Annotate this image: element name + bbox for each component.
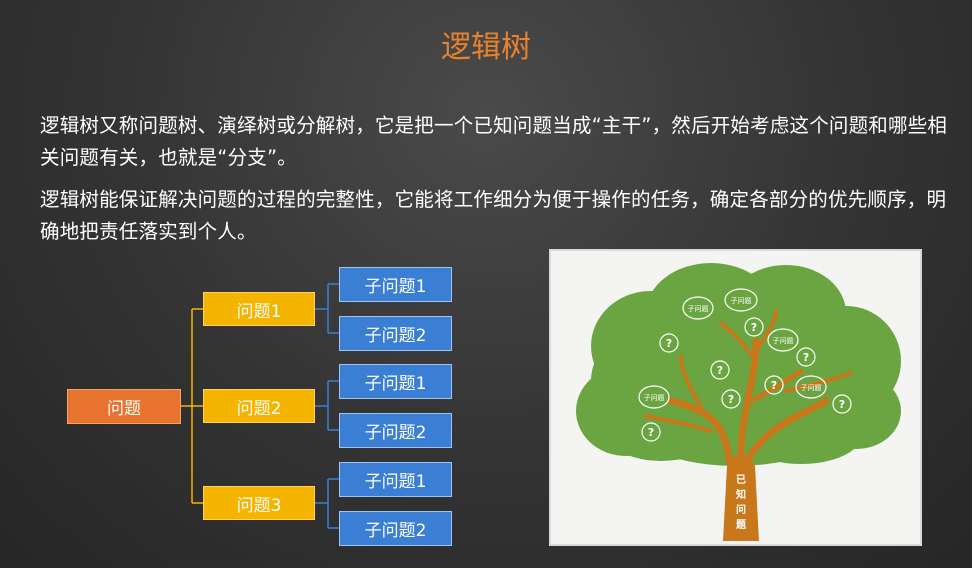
trunk-label-2: 知 xyxy=(735,488,746,501)
svg-text:子问题: 子问题 xyxy=(644,394,665,402)
problem-1-node: 问题1 xyxy=(203,292,315,326)
svg-text:?: ? xyxy=(839,398,845,411)
svg-text:子问题: 子问题 xyxy=(801,384,822,392)
svg-text:?: ? xyxy=(803,351,809,364)
svg-text:子问题: 子问题 xyxy=(731,297,752,305)
svg-text:子问题: 子问题 xyxy=(773,337,794,345)
svg-text:?: ? xyxy=(666,337,672,350)
sub-problem-1-2-node: 子问题2 xyxy=(339,316,452,351)
sub-problem-2-2-node: 子问题2 xyxy=(339,413,452,448)
svg-text:?: ? xyxy=(751,321,757,334)
sub-problem-2-1-node: 子问题1 xyxy=(339,364,452,399)
svg-text:?: ? xyxy=(728,393,734,406)
trunk-label-4: 题 xyxy=(736,519,747,531)
sub-problem-1-1-node: 子问题1 xyxy=(339,267,452,302)
svg-text:?: ? xyxy=(648,426,654,439)
problem-2-node: 问题2 xyxy=(203,389,315,423)
svg-text:?: ? xyxy=(717,364,723,377)
trunk-label-3: 问 xyxy=(736,503,746,516)
sub-problem-3-1-node: 子问题1 xyxy=(339,462,452,497)
problem-3-node: 问题3 xyxy=(203,486,315,520)
root-problem-node: 问题 xyxy=(67,389,181,424)
sub-problem-3-2-node: 子问题2 xyxy=(339,511,452,546)
tree-illustration: 已 知 问 题 子问题 子问题 子问题 子问题 子问题 ? ? ? ? ? ? … xyxy=(549,249,922,546)
tree-canopy xyxy=(576,263,901,466)
trunk-label-1: 已 xyxy=(736,474,746,486)
svg-text:子问题: 子问题 xyxy=(688,305,709,313)
svg-text:?: ? xyxy=(771,379,777,392)
